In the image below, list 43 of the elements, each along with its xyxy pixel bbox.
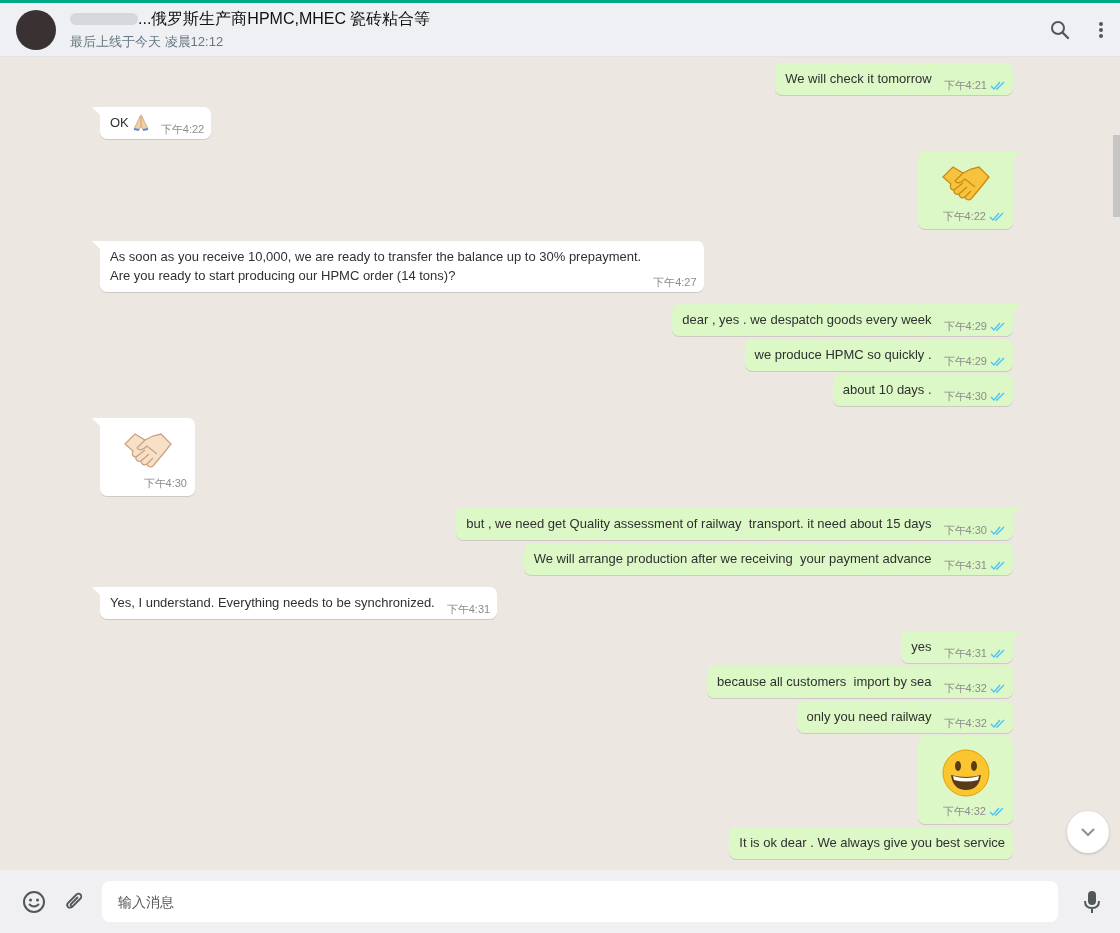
message-time: 下午4:30 — [943, 389, 987, 403]
message-text: we produce HPMC so quickly . — [754, 346, 932, 364]
message-time: 下午4:27 — [653, 275, 697, 289]
message-time: 下午4:32 — [943, 681, 987, 695]
last-seen-status: 最后上线于今天 凌晨12:12 — [70, 32, 225, 51]
smiley-icon — [940, 748, 991, 798]
message-time: 下午4:31 — [943, 558, 987, 572]
blurred-name — [70, 13, 138, 25]
message-text: OK — [110, 114, 129, 132]
handshake-icon — [940, 163, 991, 203]
chevron-down-icon — [1080, 827, 1096, 837]
message-text: We will check it tomorrow — [785, 70, 932, 88]
praying-hands-icon — [132, 113, 149, 131]
message-text: dear , yes . we despatch goods every week — [682, 311, 932, 329]
message-time: 下午4:31 — [943, 646, 987, 660]
message-input[interactable]: 输入消息 — [102, 881, 1058, 922]
message-time: 下午4:29 — [943, 319, 987, 333]
message-text: about 10 days . — [842, 381, 932, 399]
message-time: 下午4:30 — [943, 523, 987, 537]
message-text: only you need railway — [806, 708, 932, 726]
handshake-icon — [122, 430, 173, 470]
message-time: 下午4:22 — [160, 122, 205, 136]
message-text: because all customers import by sea — [716, 673, 932, 691]
menu-icon[interactable] — [1098, 20, 1104, 39]
message-time: 下午4:32 — [943, 716, 987, 730]
message-time: 下午4:29 — [943, 354, 987, 368]
message-text: As soon as you receive 10,000, we are ready to transfer the balance up to 30% prepayment. Are you ready to start producing our HPMC order (14 tons)? — [110, 248, 642, 285]
message-text: It is ok dear . We always give you best service — [739, 834, 1005, 852]
message-text: We will arrange production after we receiving your payment advance — [533, 550, 932, 568]
message-time: 下午4:22 — [942, 209, 986, 223]
microphone-icon[interactable] — [1084, 889, 1100, 914]
smiley-face-icon[interactable] — [22, 889, 46, 914]
message-time: 下午4:31 — [446, 602, 491, 616]
contact-name[interactable]: ...俄罗斯生产商HPMC,MHEC 瓷砖粘合等 — [138, 8, 431, 30]
message-time: 下午4:32 — [942, 804, 986, 818]
message-text: but , we need get Quality assessment of railway transport. it need about 15 days — [466, 515, 932, 533]
avatar-photo[interactable] — [16, 9, 56, 50]
message-text: Yes, I understand. Everything needs to be synchronized. — [110, 594, 435, 612]
message-time: 下午4:30 — [143, 476, 187, 490]
message-text: yes — [911, 638, 932, 656]
scrollbar-thumb[interactable] — [1113, 135, 1120, 217]
message-time: 下午4:21 — [943, 78, 987, 92]
search-icon[interactable] — [1050, 19, 1070, 40]
